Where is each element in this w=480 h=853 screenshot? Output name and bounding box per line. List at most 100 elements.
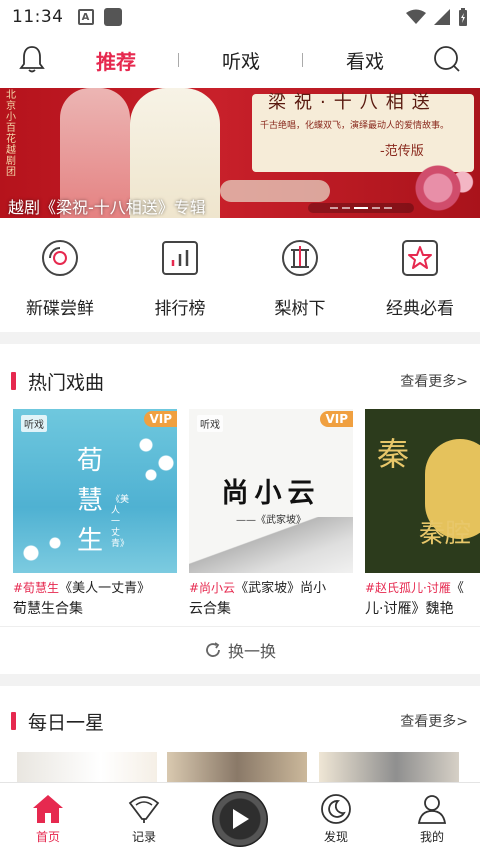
signal-icon: [434, 9, 450, 25]
card-line1: #荀慧生《美人一丈青》: [13, 577, 177, 596]
quick-menu: 新碟尝鲜 排行榜 梨树下 经典必看: [0, 228, 480, 328]
carousel-dot[interactable]: [330, 207, 338, 209]
banner-panel-title: 梁祝·十八相送: [268, 92, 438, 113]
refresh-label: 换一换: [227, 642, 276, 661]
bell-icon[interactable]: [18, 44, 46, 74]
opera-card[interactable]: 听戏 VIP 荀慧生 《美人一丈青》 #荀慧生《美人一丈青》 荀慧生合集: [13, 409, 177, 618]
nav-profile[interactable]: 我的: [384, 783, 480, 853]
nav-player[interactable]: [192, 783, 288, 853]
tab-watch[interactable]: 看戏: [340, 47, 390, 74]
quick-item-label: 梨树下: [274, 299, 326, 319]
carousel-dot-active[interactable]: [354, 207, 368, 209]
bottom-nav: 首页 记录 发现 我的: [0, 782, 480, 853]
blossom-decoration: [131, 427, 177, 487]
play-button[interactable]: [212, 791, 268, 847]
blossom-decoration: [13, 523, 73, 573]
banner-caption: 越剧《梁祝-十八相送》专辑: [8, 198, 206, 217]
section-hairline: [0, 626, 480, 627]
daily-star-header: 每日一星 查看更多>: [0, 706, 480, 736]
quick-item-label: 新碟尝鲜: [26, 299, 94, 319]
disc-icon: [42, 240, 78, 276]
artist-tag[interactable]: #荀慧生: [13, 581, 59, 595]
cover-title: 荀慧生: [77, 446, 104, 556]
status-bar: 11:34 A: [0, 0, 480, 34]
card-title: 《: [450, 581, 464, 596]
cover-title: 尚小云: [221, 478, 321, 509]
star-icon: [402, 240, 438, 276]
carousel-dot[interactable]: [384, 207, 392, 209]
section-accent-bar: [11, 372, 16, 390]
quick-item-pear-tree[interactable]: 梨树下: [240, 228, 360, 328]
nav-label: 我的: [419, 830, 444, 844]
section-title: 热门戏曲: [28, 371, 105, 394]
star-card-image[interactable]: [17, 752, 157, 782]
vip-badge: VIP: [320, 411, 353, 427]
view-more-link[interactable]: 查看更多>: [400, 371, 468, 391]
cover-title: 秦: [377, 435, 410, 473]
banner-panel-subtitle: 千古绝唱，化蝶双飞，演绎最动人的爱情故事。: [260, 121, 450, 131]
wifi-icon: [406, 9, 426, 24]
star-card-image[interactable]: [319, 752, 459, 782]
section-title: 每日一星: [28, 711, 105, 734]
hot-opera-header: 热门戏曲 查看更多>: [0, 366, 480, 396]
moon-icon: [321, 794, 351, 824]
refresh-button[interactable]: 换一换: [0, 636, 480, 664]
fan-icon: [128, 796, 160, 823]
refresh-icon: [206, 642, 220, 657]
card-title: 《美人一丈青》: [59, 581, 151, 596]
opera-card[interactable]: 听戏 VIP 尚小云 ——《武家坡》 #尚小云《武家坡》尚小 云合集: [189, 409, 353, 618]
opera-card[interactable]: 秦 秦腔 #赵氏孤儿·讨雁《 儿·讨雁》魏艳: [365, 409, 480, 618]
nav-discover[interactable]: 发现: [288, 783, 384, 853]
quick-item-new-album[interactable]: 新碟尝鲜: [0, 228, 120, 328]
home-icon: [33, 795, 63, 823]
quick-item-label: 经典必看: [386, 299, 454, 319]
status-time: 11:34: [12, 7, 64, 27]
pear-tree-icon: [282, 240, 318, 276]
quick-item-ranking[interactable]: 排行榜: [120, 228, 240, 328]
cover-subtitle: ——《武家坡》: [236, 515, 306, 526]
play-icon: [233, 809, 249, 829]
status-icons: [406, 8, 468, 26]
tab-separator: [302, 53, 304, 67]
section-divider: [0, 332, 480, 344]
brand-logo: 听戏: [21, 415, 47, 432]
tab-recommend[interactable]: 推荐: [90, 46, 142, 75]
search-icon[interactable]: [432, 44, 462, 74]
artist-tag[interactable]: #赵氏孤儿·讨雁: [365, 581, 451, 595]
tab-listen[interactable]: 听戏: [216, 47, 266, 74]
banner-panel-version: -范传版: [380, 144, 424, 159]
card-subtitle: 荀慧生合集: [13, 601, 83, 617]
banner-peony-decoration: [410, 158, 480, 218]
opera-cover: 秦 秦腔: [365, 409, 480, 573]
quick-item-classics[interactable]: 经典必看: [360, 228, 480, 328]
notification-square-icon: [103, 8, 122, 26]
user-icon: [417, 795, 447, 824]
cover-subtitle: 《美人一丈青》: [111, 495, 130, 549]
artist-tag[interactable]: #尚小云: [189, 581, 235, 595]
carousel-dot[interactable]: [372, 207, 380, 209]
banner-carousel[interactable]: 北京小百花越剧团 梁祝·十八相送 千古绝唱，化蝶双飞，演绎最动人的爱情故事。 -…: [0, 88, 480, 218]
daily-star-strip: [17, 752, 480, 782]
vip-badge: VIP: [144, 411, 177, 427]
main-tabs: 推荐 听戏 看戏: [90, 34, 390, 86]
tab-separator: [178, 53, 180, 67]
carousel-dot[interactable]: [342, 207, 350, 209]
nav-record[interactable]: 记录: [96, 783, 192, 853]
card-title: 《武家坡》尚小: [235, 581, 327, 596]
carousel-indicator: [308, 203, 414, 213]
banner-cloud-decoration: [220, 180, 330, 202]
brand-logo: 听戏: [197, 415, 223, 432]
nav-label: 首页: [35, 830, 60, 844]
top-nav: 推荐 听戏 看戏: [0, 34, 480, 86]
card-subtitle: 儿·讨雁》魏艳: [365, 601, 454, 617]
card-line1: #尚小云《武家坡》尚小: [189, 577, 353, 596]
banner-troupe-name: 北京小百花越剧团: [6, 90, 16, 178]
section-accent-bar: [11, 712, 16, 730]
nav-home[interactable]: 首页: [0, 783, 96, 853]
star-card-image[interactable]: [167, 752, 307, 782]
hot-opera-cards: 听戏 VIP 荀慧生 《美人一丈青》 #荀慧生《美人一丈青》 荀慧生合集 听戏 …: [13, 409, 480, 619]
battery-icon: [459, 8, 467, 26]
nav-label: 记录: [131, 830, 156, 844]
cover-subtitle: 秦腔: [419, 519, 472, 549]
view-more-link[interactable]: 查看更多>: [400, 711, 468, 731]
